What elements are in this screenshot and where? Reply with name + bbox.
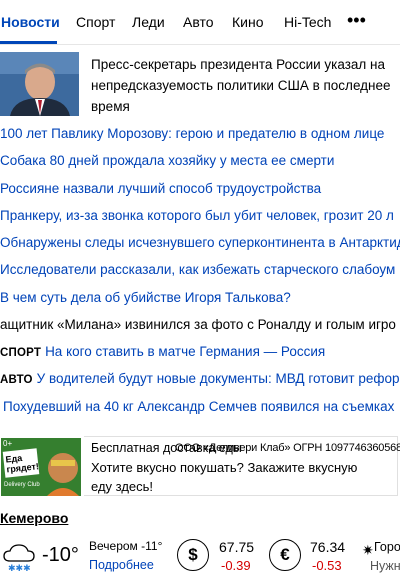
extra-widget-sub[interactable]: Нужна bbox=[370, 559, 400, 573]
news-item[interactable]: Исследователи рассказали, как избежать с… bbox=[0, 260, 400, 280]
top-story-photo bbox=[0, 52, 79, 116]
news-item-link[interactable]: Обнаружены следы исчезнувшего суперконти… bbox=[0, 235, 400, 250]
news-item-sport[interactable]: Спорт На кого ставить в матче Германия — … bbox=[0, 342, 400, 362]
weather-more-link[interactable]: Подробнее bbox=[89, 558, 154, 572]
usd-rate: 67.75 bbox=[219, 539, 255, 555]
category-tabs: Новости Спорт Леди Авто Кино Hi-Tech ••• bbox=[0, 0, 400, 45]
news-item-link[interactable]: На кого ставить в матче Германия — Росси… bbox=[45, 344, 325, 359]
news-item-link[interactable]: У водителей будут новые документы: МВД г… bbox=[37, 371, 400, 386]
tab-hitech[interactable]: Hi-Tech bbox=[284, 14, 331, 30]
dollar-icon: $ bbox=[177, 539, 209, 571]
news-item-link[interactable]: Исследователи рассказали, как избежать с… bbox=[0, 262, 395, 277]
city-name[interactable]: Кемерово bbox=[0, 510, 68, 526]
news-item[interactable]: Похудевший на 40 кг Александр Семчев поя… bbox=[0, 397, 400, 417]
tab-auto[interactable]: Авто bbox=[183, 14, 214, 30]
news-item-link[interactable]: Россияне назвали лучший способ трудоустр… bbox=[0, 181, 321, 196]
cloud-snow-icon: ✱✱✱ bbox=[2, 541, 36, 574]
top-story-headline[interactable]: Пресс-секретарь президента России указал… bbox=[91, 54, 396, 117]
svg-text:✱✱✱: ✱✱✱ bbox=[8, 564, 31, 573]
news-item-link[interactable]: Пранкеру, из-за звонка которого был убит… bbox=[0, 208, 394, 223]
ad-age-badge: 0+ bbox=[3, 439, 13, 448]
tab-cinema[interactable]: Кино bbox=[232, 14, 264, 30]
tab-news[interactable]: Новости bbox=[1, 14, 60, 30]
news-item[interactable]: Россияне назвали лучший способ трудоустр… bbox=[0, 179, 400, 199]
news-item-link[interactable]: Похудевший на 40 кг Александр Семчев поя… bbox=[0, 399, 394, 414]
extra-widget-label[interactable]: Горо bbox=[374, 540, 400, 554]
news-item[interactable]: 100 лет Павлику Морозову: герою и предат… bbox=[0, 124, 400, 144]
news-item[interactable]: ащитник «Милана» извинился за фото с Рон… bbox=[0, 315, 400, 335]
active-tab-indicator bbox=[0, 41, 57, 44]
news-item[interactable]: Обнаружены следы исчезнувшего суперконти… bbox=[0, 233, 400, 253]
news-item[interactable]: Пранкеру, из-за звонка которого был убит… bbox=[0, 206, 400, 226]
news-item-link[interactable]: 100 лет Павлику Морозову: герою и предат… bbox=[0, 126, 384, 141]
eur-rate: 76.34 bbox=[310, 539, 346, 555]
euro-icon: € bbox=[269, 539, 301, 571]
ad-image-caption: Еда грядет! bbox=[5, 452, 40, 475]
ad-image-brand: Delivery Club bbox=[4, 482, 40, 488]
news-item[interactable]: Собака 80 дней прождала хозяйку у места … bbox=[0, 151, 400, 171]
tab-ladies[interactable]: Леди bbox=[132, 14, 165, 30]
ad-body[interactable]: Хотите вкусно покушать? Закажите вкусную… bbox=[91, 458, 381, 496]
sun-icon: ✷ bbox=[362, 542, 374, 558]
usd-change: -0.39 bbox=[221, 558, 251, 573]
ad-image[interactable]: 0+ Еда грядет! Delivery Club bbox=[1, 438, 81, 496]
news-item[interactable]: В чем суть дела об убийстве Игоря Талько… bbox=[0, 288, 400, 308]
news-item-auto[interactable]: Авто У водителей будут новые документы: М… bbox=[0, 369, 400, 389]
more-dots-icon[interactable]: ••• bbox=[347, 10, 366, 31]
ad-block[interactable]: 0+ Еда грядет! Delivery Club Бесплатная … bbox=[0, 436, 400, 498]
eur-change: -0.53 bbox=[312, 558, 342, 573]
top-story[interactable]: Пресс-секретарь президента России указал… bbox=[0, 52, 400, 122]
evening-forecast: Вечером -11° bbox=[89, 539, 163, 553]
news-item-link[interactable]: ащитник «Милана» извинился за фото с Рон… bbox=[0, 317, 396, 332]
tab-sport[interactable]: Спорт bbox=[76, 14, 115, 30]
news-item-link[interactable]: В чем суть дела об убийстве Игоря Талько… bbox=[0, 290, 291, 305]
temperature: -10° bbox=[42, 544, 79, 566]
news-item-link[interactable]: Собака 80 дней прождала хозяйку у места … bbox=[0, 153, 334, 168]
news-tag-sport: Спорт bbox=[0, 347, 42, 359]
news-tag-auto: Авто bbox=[0, 374, 33, 386]
ad-legal-text: ООО «Деливери Клаб» ОГРН 1097746360568 bbox=[175, 442, 400, 454]
